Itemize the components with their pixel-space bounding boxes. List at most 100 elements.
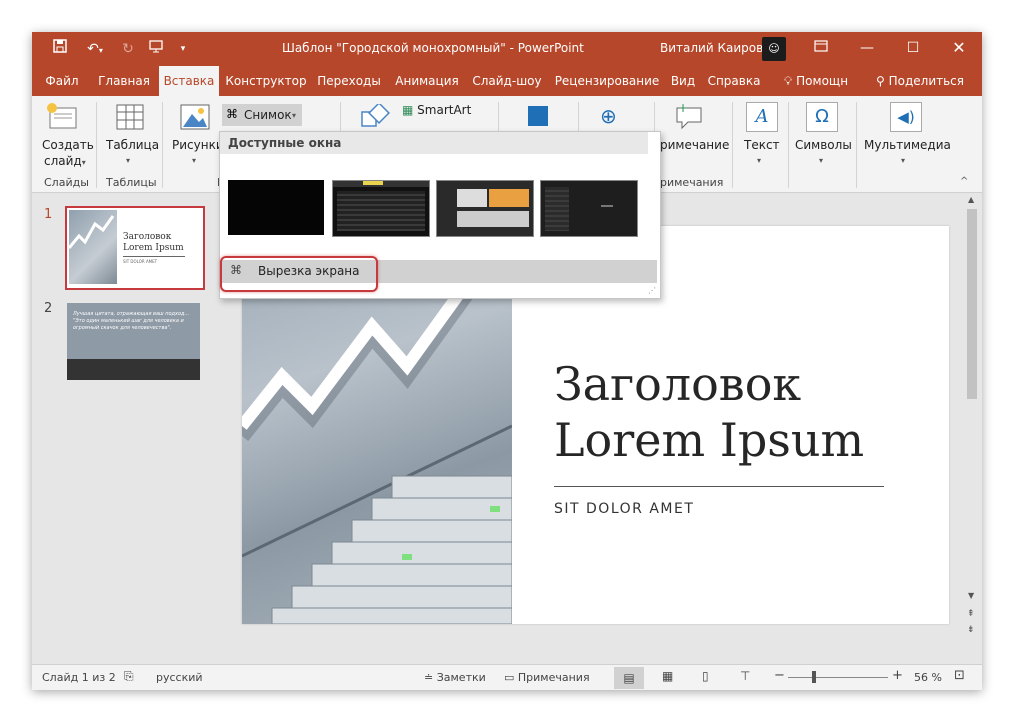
- close-icon[interactable]: ✕: [936, 32, 982, 66]
- table-icon[interactable]: [116, 104, 144, 134]
- camera-icon: ⌘: [230, 263, 242, 277]
- notes-label: Заметки: [436, 671, 486, 684]
- tab-insert[interactable]: Вставка: [159, 66, 219, 96]
- tab-file[interactable]: Файл: [38, 66, 86, 96]
- slideshow-start-icon[interactable]: [146, 38, 166, 60]
- new-slide-label[interactable]: Создать: [42, 138, 94, 152]
- text-box-icon[interactable]: A: [746, 102, 778, 132]
- zoom-out-icon[interactable]: −: [774, 668, 785, 683]
- save-icon[interactable]: [50, 38, 70, 60]
- notes-button[interactable]: ≐ Заметки: [424, 671, 486, 684]
- tab-transitions[interactable]: Переходы: [314, 66, 384, 96]
- group-label-comments: римечания: [660, 176, 724, 189]
- screenshot-button[interactable]: ⌘ Снимок ▾: [222, 104, 302, 126]
- screenshot-label: Снимок: [244, 108, 292, 122]
- screenshot-dropdown: Доступные окна ⌘ Вырезка экрана ⋰: [219, 131, 661, 299]
- tab-animations[interactable]: Анимация: [392, 66, 462, 96]
- scroll-down-icon[interactable]: ▼: [968, 591, 974, 600]
- speaker-icon[interactable]: ◀): [890, 102, 922, 132]
- new-slide-label-2[interactable]: слайд▾: [44, 154, 86, 168]
- chevron-down-icon[interactable]: ▾: [126, 156, 130, 165]
- smartart-icon: ▦: [402, 103, 414, 117]
- undo-icon[interactable]: ↶▾: [80, 38, 110, 60]
- picture-icon[interactable]: [180, 104, 210, 134]
- share-label: Поделиться: [888, 74, 965, 88]
- collapse-ribbon-icon[interactable]: ^: [960, 176, 968, 187]
- scroll-thumb[interactable]: [967, 209, 977, 399]
- share-button[interactable]: ⚲ Поделиться: [868, 66, 972, 96]
- fit-to-window-icon[interactable]: ⊡: [954, 668, 965, 683]
- addins-icon[interactable]: [528, 106, 548, 126]
- svg-text:+: +: [678, 102, 688, 115]
- slide-number: 2: [44, 301, 53, 316]
- zoom-slider-thumb[interactable]: [812, 671, 816, 683]
- next-slide-icon[interactable]: ⇟: [967, 625, 975, 635]
- new-slide-icon[interactable]: [46, 102, 82, 132]
- window-title: Шаблон "Городской монохромный" - PowerPo…: [282, 41, 584, 55]
- resize-grip-icon[interactable]: ⋰: [648, 286, 656, 295]
- symbols-label[interactable]: Символы: [795, 138, 852, 152]
- link-icon[interactable]: ⊕: [600, 104, 617, 128]
- maximize-icon[interactable]: ☐: [890, 32, 936, 66]
- reading-view-icon[interactable]: ▯: [702, 669, 709, 683]
- avatar[interactable]: ☺: [762, 37, 786, 61]
- thumb-rule: [123, 256, 185, 257]
- screen-clipping-item[interactable]: ⌘ Вырезка экрана: [220, 256, 657, 292]
- title-divider: [554, 486, 884, 487]
- tell-me-search[interactable]: 💡︎ Помощн: [774, 66, 858, 96]
- group-label-slides: Слайды: [44, 176, 89, 189]
- chevron-down-icon[interactable]: ▾: [192, 156, 196, 165]
- slide-subtitle[interactable]: SIT DOLOR AMET: [554, 501, 694, 517]
- tab-view[interactable]: Вид: [666, 66, 700, 96]
- tab-slideshow[interactable]: Слайд-шоу: [469, 66, 545, 96]
- slide-thumbnail-1[interactable]: Заголовок Lorem Ipsum SIT DOLOR AMET: [65, 206, 205, 290]
- chevron-down-icon[interactable]: ▾: [819, 156, 823, 165]
- spellcheck-icon[interactable]: ⎘: [124, 669, 134, 684]
- slide-sorter-icon[interactable]: ▦: [662, 669, 673, 683]
- smartart-button[interactable]: ▦ SmartArt: [402, 103, 471, 117]
- comment-label[interactable]: римечание: [660, 138, 729, 152]
- ribbon-separator: [732, 102, 733, 188]
- minimize-icon[interactable]: —: [844, 32, 890, 66]
- customize-toolbar-icon[interactable]: ▾: [176, 38, 190, 60]
- thumb-image: [67, 210, 117, 284]
- zoom-level[interactable]: 56 %: [914, 671, 942, 684]
- person-icon: ⚲: [875, 74, 885, 88]
- comments-icon: ▭: [504, 671, 515, 684]
- thumb-subtitle: SIT DOLOR AMET: [123, 259, 158, 264]
- vertical-scrollbar[interactable]: ▲ ▼ ⇞ ⇟: [964, 193, 980, 663]
- slide-counter: Слайд 1 из 2: [42, 671, 116, 684]
- chevron-down-icon: ▾: [292, 111, 297, 120]
- window-thumbnail-4[interactable]: [540, 180, 638, 237]
- table-label[interactable]: Таблица: [106, 138, 159, 152]
- previous-slide-icon[interactable]: ⇞: [967, 609, 975, 619]
- slide-title[interactable]: Заголовок Lorem Ipsum: [554, 356, 944, 468]
- ribbon-display-options-icon[interactable]: [798, 32, 844, 66]
- slide-thumbnail-2[interactable]: Лучшая цитата, отражающая ваш подход... …: [67, 303, 200, 380]
- zoom-in-icon[interactable]: +: [892, 668, 903, 683]
- tab-home[interactable]: Главная: [94, 66, 154, 96]
- window-thumbnail-1[interactable]: [228, 180, 324, 235]
- tab-help[interactable]: Справка: [706, 66, 762, 96]
- chevron-down-icon[interactable]: ▾: [757, 156, 761, 165]
- comment-icon[interactable]: +: [674, 101, 704, 134]
- language-indicator[interactable]: русский: [156, 671, 203, 684]
- zoom-slider[interactable]: [788, 677, 888, 678]
- window-thumbnail-2[interactable]: [332, 180, 430, 237]
- media-label[interactable]: Мультимедиа: [864, 138, 951, 152]
- tab-review[interactable]: Рецензирование: [552, 66, 662, 96]
- text-label[interactable]: Текст: [744, 138, 780, 152]
- user-name[interactable]: Виталий Каиров: [660, 41, 763, 55]
- slideshow-view-icon[interactable]: ⊤: [740, 669, 750, 683]
- comments-button[interactable]: ▭ Примечания: [504, 671, 590, 684]
- pictures-label[interactable]: Рисунки: [172, 138, 224, 152]
- notes-icon: ≐: [424, 671, 434, 684]
- tell-me-label: Помощн: [796, 74, 849, 88]
- chevron-down-icon[interactable]: ▾: [901, 156, 905, 165]
- window-thumbnail-3[interactable]: [436, 180, 534, 237]
- scroll-up-icon[interactable]: ▲: [968, 195, 974, 204]
- omega-icon[interactable]: Ω: [806, 102, 838, 132]
- normal-view-icon[interactable]: ▤: [614, 667, 644, 689]
- redo-icon[interactable]: ↻: [118, 38, 138, 60]
- tab-design[interactable]: Конструктор: [224, 66, 308, 96]
